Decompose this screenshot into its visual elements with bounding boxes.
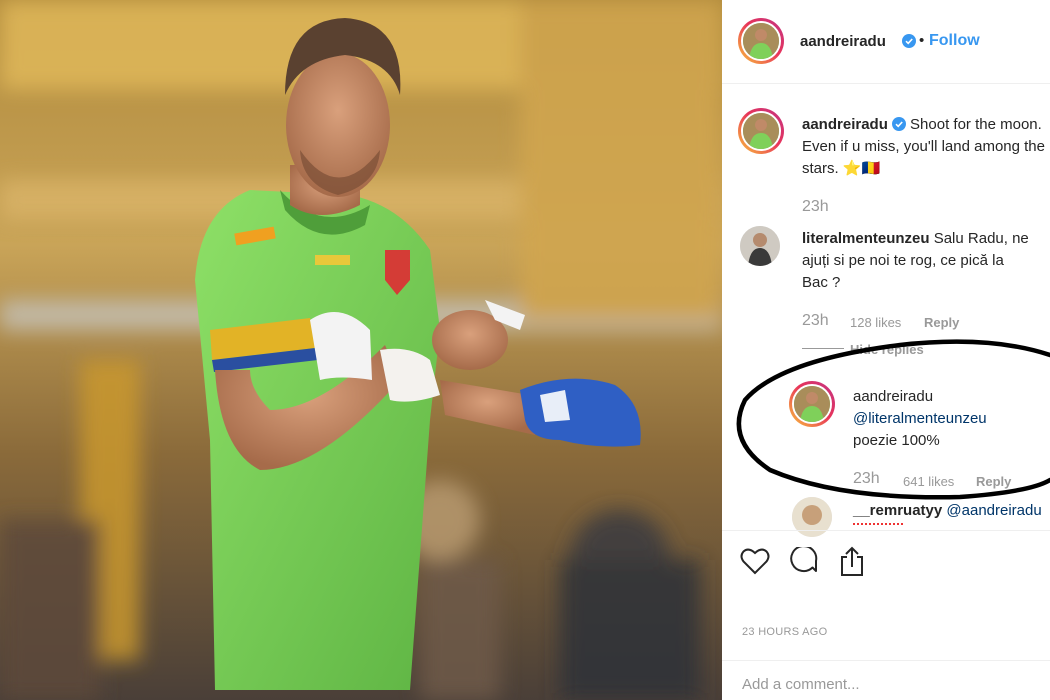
comment-text-3: Bac ?: [802, 274, 841, 291]
verified-badge-icon: [902, 34, 916, 48]
reply-mention[interactable]: @literalmenteunzeu: [853, 408, 987, 430]
comment-likes[interactable]: 128 likes: [850, 315, 901, 330]
goalkeeper-photo: [0, 0, 722, 700]
comment-time[interactable]: 23h: [802, 312, 829, 329]
commenter-avatar[interactable]: [740, 226, 780, 266]
post-photo[interactable]: [0, 0, 722, 700]
caption-username[interactable]: aandreiradu: [802, 116, 888, 133]
caption-line-1: aandreiradu Shoot for the moon.: [802, 114, 1042, 136]
reply-avatar[interactable]: [789, 381, 835, 427]
verified-badge-icon: [891, 117, 906, 131]
comment-meta: 23h: [802, 312, 829, 330]
reply-meta: 23h: [853, 470, 880, 488]
share-icon[interactable]: [838, 545, 866, 577]
reply-username[interactable]: aandreiradu: [853, 386, 933, 408]
caption-text-2: Even if u miss, you'll land among the: [802, 138, 1045, 155]
add-comment-input[interactable]: [742, 676, 1022, 693]
caption-time[interactable]: 23h: [802, 198, 829, 215]
next-comment-mention[interactable]: @aandreiradu: [946, 502, 1041, 519]
spellcheck-underline: [853, 522, 903, 525]
next-comment-line: __remruatyy @aandreiradu: [853, 500, 1042, 522]
post-side-panel: aandreiradu • Follow aandreiradu Shoot f…: [722, 0, 1050, 700]
comment-reply-button[interactable]: Reply: [924, 315, 959, 330]
caption-text-3: stars. ⭐🇷🇴: [802, 160, 881, 177]
avatar[interactable]: [738, 18, 784, 64]
reply-text: poezie 100%: [853, 432, 940, 449]
hide-replies-line: [802, 348, 844, 349]
caption-text-1: Shoot for the moon.: [910, 116, 1042, 133]
action-bar: [722, 530, 1050, 590]
add-comment-bar: [722, 660, 1050, 700]
commenter-username[interactable]: literalmenteunzeu: [802, 230, 930, 247]
caption-meta: 23h: [802, 198, 829, 216]
caption-avatar[interactable]: [738, 108, 784, 154]
hide-replies-button[interactable]: Hide replies: [850, 342, 924, 357]
reply-time[interactable]: 23h: [853, 470, 880, 487]
comment-text-2: ajuți si pe noi te rog, ce pică la: [802, 252, 1004, 269]
post-timestamp[interactable]: 23 HOURS AGO: [742, 626, 828, 638]
follow-button[interactable]: Follow: [929, 32, 980, 50]
post-author-username[interactable]: aandreiradu: [800, 33, 886, 50]
comment-text-1: Salu Radu, ne: [933, 230, 1029, 247]
post-header: aandreiradu • Follow: [722, 0, 1050, 84]
speech-bubble-icon[interactable]: [789, 547, 819, 575]
comment-line-1: literalmenteunzeu Salu Radu, ne: [802, 228, 1029, 250]
reply-likes[interactable]: 641 likes: [903, 474, 954, 489]
reply-reply-button[interactable]: Reply: [976, 474, 1011, 489]
next-commenter-username[interactable]: __remruatyy: [853, 502, 942, 519]
heart-icon[interactable]: [740, 547, 770, 575]
separator-dot: •: [919, 32, 925, 49]
